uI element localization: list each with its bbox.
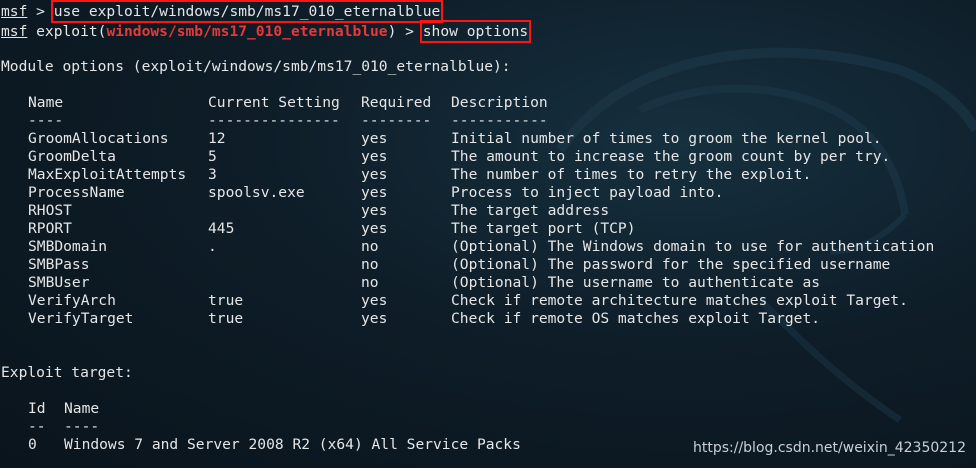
options-header-rule-cell-3: ----------- bbox=[451, 112, 548, 129]
table-row-cell-0: ProcessName bbox=[28, 184, 125, 201]
table-row-cell-0: VerifyArch bbox=[28, 292, 116, 309]
blog-watermark: https://blog.csdn.net/weixin_42350212 bbox=[692, 440, 966, 456]
table-row-cell-1: . bbox=[208, 238, 217, 255]
active-module-name: windows/smb/ms17_010_eternalblue bbox=[106, 23, 388, 40]
table-row-cell-2: yes bbox=[361, 148, 388, 165]
table-row-cell-1: 5 bbox=[208, 148, 217, 165]
table-row-cell-3: (Optional) The password for the specifie… bbox=[451, 256, 891, 273]
options-header-rule-cell-0: ---- bbox=[28, 112, 64, 129]
table-row-cell-1: 3 bbox=[208, 166, 217, 183]
prompt-suffix: ) > bbox=[387, 23, 423, 40]
options-header-rule-cell-1: --------------- bbox=[208, 112, 340, 129]
table-row-cell-0: SMBDomain bbox=[28, 238, 108, 255]
target-header-rule-cell-0: -- bbox=[28, 418, 46, 435]
table-row-cell-1: spoolsv.exe bbox=[208, 184, 305, 201]
table-row-cell-0: GroomAllocations bbox=[28, 130, 169, 147]
options-header-cell-2: Required bbox=[361, 94, 432, 111]
table-row-cell-2: yes bbox=[361, 166, 388, 183]
prompt-line-2: msf exploit(windows/smb/ms17_010_eternal… bbox=[1, 20, 532, 43]
options-header-rule-cell-2: -------- bbox=[361, 112, 432, 129]
table-row-cell-3: Check if remote OS matches exploit Targe… bbox=[451, 310, 821, 327]
prompt-line-1: msf > use exploit/windows/smb/ms17_010_e… bbox=[1, 0, 444, 23]
module-options-heading: Module options (exploit/windows/smb/ms17… bbox=[1, 58, 511, 75]
show-options-command-text[interactable]: show options bbox=[419, 20, 532, 43]
table-row-cell-0: RHOST bbox=[28, 202, 72, 219]
table-row-cell-3: The amount to increase the groom count b… bbox=[451, 148, 891, 165]
table-row-cell-0: VerifyTarget bbox=[28, 310, 134, 327]
exploit-target-heading: Exploit target: bbox=[1, 364, 133, 381]
table-row-cell-0: 0 bbox=[28, 436, 37, 453]
msf-prompt-label: msf bbox=[1, 23, 28, 40]
table-row-cell-1: true bbox=[208, 292, 244, 309]
table-row-cell-2: no bbox=[361, 274, 379, 291]
prompt-separator: > bbox=[27, 3, 54, 20]
table-row-cell-1: 12 bbox=[208, 130, 226, 147]
prompt-exploit-prefix: exploit( bbox=[27, 23, 107, 40]
target-header-rule-cell-1: ---- bbox=[64, 418, 100, 435]
table-row-cell-3: (Optional) The username to authenticate … bbox=[451, 274, 821, 291]
table-row-cell-2: yes bbox=[361, 220, 388, 237]
table-row-cell-3: Initial number of times to groom the ker… bbox=[451, 130, 882, 147]
terminal-window[interactable]: msf > use exploit/windows/smb/ms17_010_e… bbox=[0, 0, 976, 468]
table-row-cell-0: RPORT bbox=[28, 220, 72, 237]
table-row-cell-3: The target port (TCP) bbox=[451, 220, 636, 237]
options-header-cell-3: Description bbox=[451, 94, 548, 111]
table-row-cell-2: yes bbox=[361, 130, 388, 147]
table-row-cell-2: yes bbox=[361, 310, 388, 327]
table-row-cell-2: no bbox=[361, 238, 379, 255]
table-row-cell-3: (Optional) The Windows domain to use for… bbox=[451, 238, 935, 255]
table-row-cell-2: yes bbox=[361, 292, 388, 309]
table-row-cell-0: GroomDelta bbox=[28, 148, 116, 165]
table-row-cell-1: 445 bbox=[208, 220, 235, 237]
target-header-cell-1: Name bbox=[64, 400, 100, 417]
table-row-cell-0: SMBUser bbox=[28, 274, 90, 291]
table-row-cell-2: no bbox=[361, 256, 379, 273]
table-row-cell-3: The target address bbox=[451, 202, 610, 219]
use-command-text[interactable]: use exploit/windows/smb/ms17_010_eternal… bbox=[50, 0, 444, 23]
options-header-cell-0: Name bbox=[28, 94, 64, 111]
options-header-cell-1: Current Setting bbox=[208, 94, 340, 111]
table-row-cell-3: The number of times to retry the exploit… bbox=[451, 166, 812, 183]
table-row-cell-0: SMBPass bbox=[28, 256, 90, 273]
table-row-cell-3: Check if remote architecture matches exp… bbox=[451, 292, 908, 309]
table-row-cell-3: Process to inject payload into. bbox=[451, 184, 724, 201]
table-row-cell-2: yes bbox=[361, 202, 388, 219]
table-row-cell-2: yes bbox=[361, 184, 388, 201]
table-row-cell-1: true bbox=[208, 310, 244, 327]
msf-prompt-label: msf bbox=[1, 3, 28, 20]
table-row-cell-1: Windows 7 and Server 2008 R2 (x64) All S… bbox=[64, 436, 521, 453]
target-header-cell-0: Id bbox=[28, 400, 46, 417]
table-row-cell-0: MaxExploitAttempts bbox=[28, 166, 187, 183]
